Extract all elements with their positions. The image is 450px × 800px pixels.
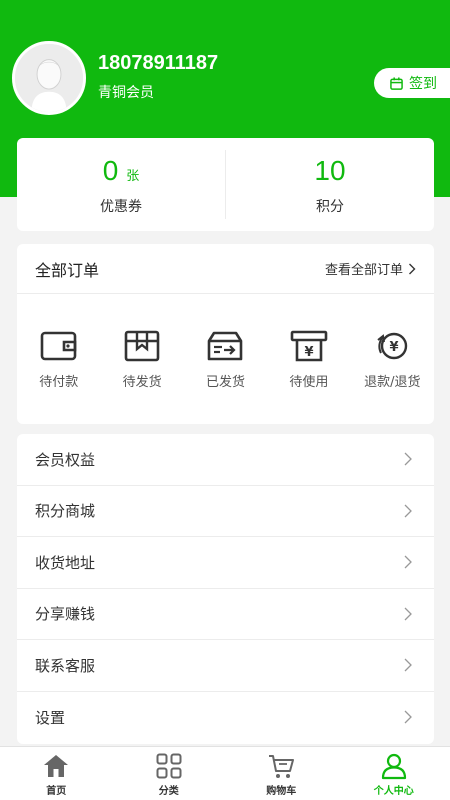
- view-all-orders-link[interactable]: 查看全部订单: [325, 259, 416, 278]
- user-icon: [381, 753, 406, 780]
- chevron-right-icon: [404, 504, 412, 518]
- coupon-count: 0: [102, 155, 119, 186]
- wallet-icon: [40, 331, 76, 361]
- order-status-label: 已发货: [205, 375, 245, 390]
- tab-home[interactable]: 首页: [0, 747, 113, 800]
- menu-item-points-mall[interactable]: 积分商城: [17, 486, 434, 537]
- points-stat[interactable]: 10 积分: [226, 138, 434, 231]
- home-icon: [44, 755, 69, 777]
- menu-item-shipping-address[interactable]: 收货地址: [17, 537, 434, 589]
- settings-menu: 会员权益 积分商城 收货地址 分享赚钱 联系客服 设置: [17, 434, 434, 744]
- order-status-label: 退款/退货: [364, 375, 421, 390]
- tab-label: 分类: [158, 786, 179, 797]
- order-status-shipped[interactable]: 已发货: [184, 329, 267, 390]
- grid-icon: [156, 753, 182, 779]
- order-status-label: 待使用: [289, 375, 329, 390]
- order-status-pending-payment[interactable]: 待付款: [17, 329, 100, 390]
- ticket-yen-icon: ¥: [290, 330, 328, 362]
- points-label: 积分: [316, 199, 344, 215]
- points-count: 10: [314, 155, 346, 186]
- coupon-stat[interactable]: 0张 优惠券: [17, 138, 225, 231]
- menu-item-customer-service[interactable]: 联系客服: [17, 640, 434, 692]
- orders-header: 全部订单 查看全部订单: [17, 244, 434, 294]
- user-phone-number: 18078911187: [98, 52, 219, 74]
- chevron-right-icon: [409, 263, 416, 274]
- shipped-icon: [208, 331, 243, 361]
- tab-label: 首页: [46, 786, 67, 797]
- coupon-unit: 张: [126, 169, 140, 184]
- svg-text:¥: ¥: [304, 345, 313, 360]
- tab-label: 个人中心: [373, 786, 414, 797]
- coupon-label: 优惠券: [100, 199, 142, 215]
- tab-label: 购物车: [266, 786, 297, 797]
- view-all-orders-label: 查看全部订单: [324, 263, 403, 278]
- menu-item-label: 设置: [35, 708, 66, 727]
- avatar-placeholder-icon: [15, 44, 83, 112]
- cart-icon: [269, 755, 295, 778]
- tab-cart[interactable]: 购物车: [225, 747, 338, 800]
- calendar-icon: [390, 76, 403, 90]
- svg-text:¥: ¥: [390, 340, 399, 355]
- chevron-right-icon: [404, 607, 412, 621]
- order-status-row: 待付款 待发货 已发货 ¥ 待使用 ¥ 退款/退货: [17, 294, 434, 390]
- order-status-label: 待付款: [39, 375, 79, 390]
- order-status-refund[interactable]: ¥ 退款/退货: [351, 329, 434, 390]
- tab-profile[interactable]: 个人中心: [338, 747, 450, 800]
- chevron-right-icon: [404, 452, 412, 466]
- menu-item-share-earn[interactable]: 分享赚钱: [17, 589, 434, 640]
- menu-item-settings[interactable]: 设置: [17, 692, 434, 744]
- checkin-label: 签到: [409, 76, 437, 92]
- stats-card: 0张 优惠券 10 积分: [17, 138, 434, 231]
- membership-level: 青铜会员: [98, 85, 154, 101]
- package-icon: [124, 330, 160, 362]
- order-status-label: 待发货: [122, 375, 162, 390]
- tab-category[interactable]: 分类: [113, 747, 226, 800]
- chevron-right-icon: [404, 658, 412, 672]
- orders-title: 全部订单: [35, 260, 100, 280]
- menu-item-label: 联系客服: [35, 656, 96, 675]
- menu-item-label: 分享赚钱: [35, 605, 96, 624]
- refund-yen-icon: ¥: [377, 332, 408, 360]
- menu-item-member-benefits[interactable]: 会员权益: [17, 434, 434, 486]
- order-status-pending-shipment[interactable]: 待发货: [100, 329, 183, 390]
- avatar[interactable]: [12, 41, 86, 115]
- orders-card: 全部订单 查看全部订单 待付款 待发货 已发货 ¥ 待使用 ¥ 退款/退货: [17, 244, 434, 424]
- menu-item-label: 会员权益: [35, 450, 96, 469]
- chevron-right-icon: [404, 555, 412, 569]
- menu-item-label: 积分商城: [35, 502, 96, 521]
- chevron-right-icon: [404, 710, 412, 724]
- bottom-tab-bar: 首页 分类 购物车 个人中心: [0, 746, 450, 800]
- menu-item-label: 收货地址: [35, 553, 96, 572]
- checkin-button[interactable]: 签到: [374, 68, 450, 98]
- order-status-to-use[interactable]: ¥ 待使用: [267, 329, 350, 390]
